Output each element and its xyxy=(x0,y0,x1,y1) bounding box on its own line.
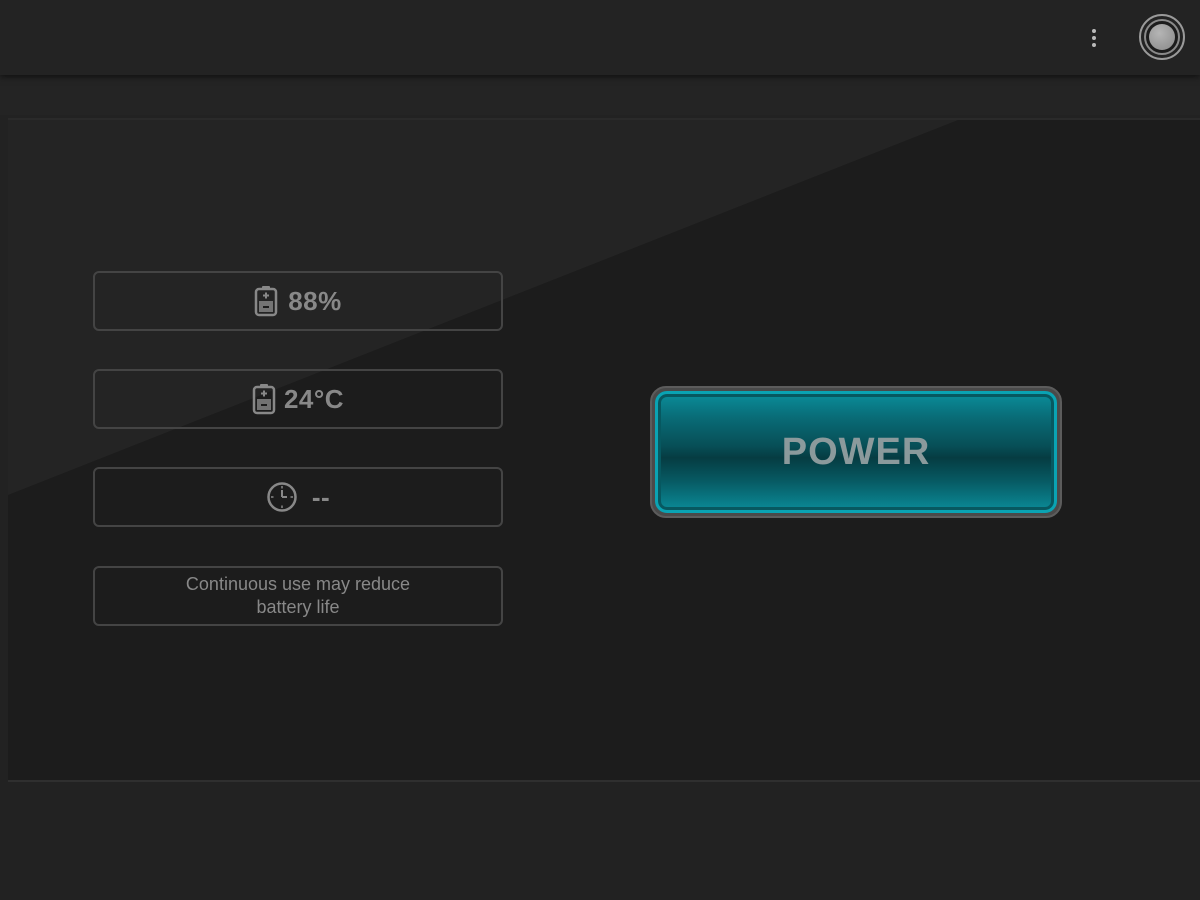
clock-icon xyxy=(266,481,298,513)
warning-box: Continuous use may reduce battery life xyxy=(93,566,503,626)
overflow-menu-button[interactable] xyxy=(1080,22,1108,54)
time-remaining-value: -- xyxy=(311,481,331,512)
secondary-bar xyxy=(0,75,1200,115)
bottom-area xyxy=(0,785,1200,900)
battery-temperature-box: 24°C xyxy=(93,369,503,429)
power-button-label: POWER xyxy=(781,430,931,473)
app-toolbar xyxy=(0,0,1200,75)
toggle-switch-button[interactable] xyxy=(1139,14,1185,60)
overflow-menu-icon xyxy=(1092,29,1096,33)
power-toggle-icon xyxy=(1149,24,1175,50)
battery-level-box: 88% xyxy=(93,271,503,331)
time-remaining-box: -- xyxy=(93,467,503,527)
main-panel: 88% 24°C -- Continuous use may reduce ba… xyxy=(8,118,1200,782)
battery-level-value: 88% xyxy=(288,285,342,316)
battery-icon xyxy=(252,383,276,415)
power-button[interactable]: POWER xyxy=(650,386,1062,518)
battery-icon xyxy=(254,285,278,317)
battery-temperature-value: 24°C xyxy=(283,383,345,414)
battery-warning-text: Continuous use may reduce battery life xyxy=(185,574,411,617)
